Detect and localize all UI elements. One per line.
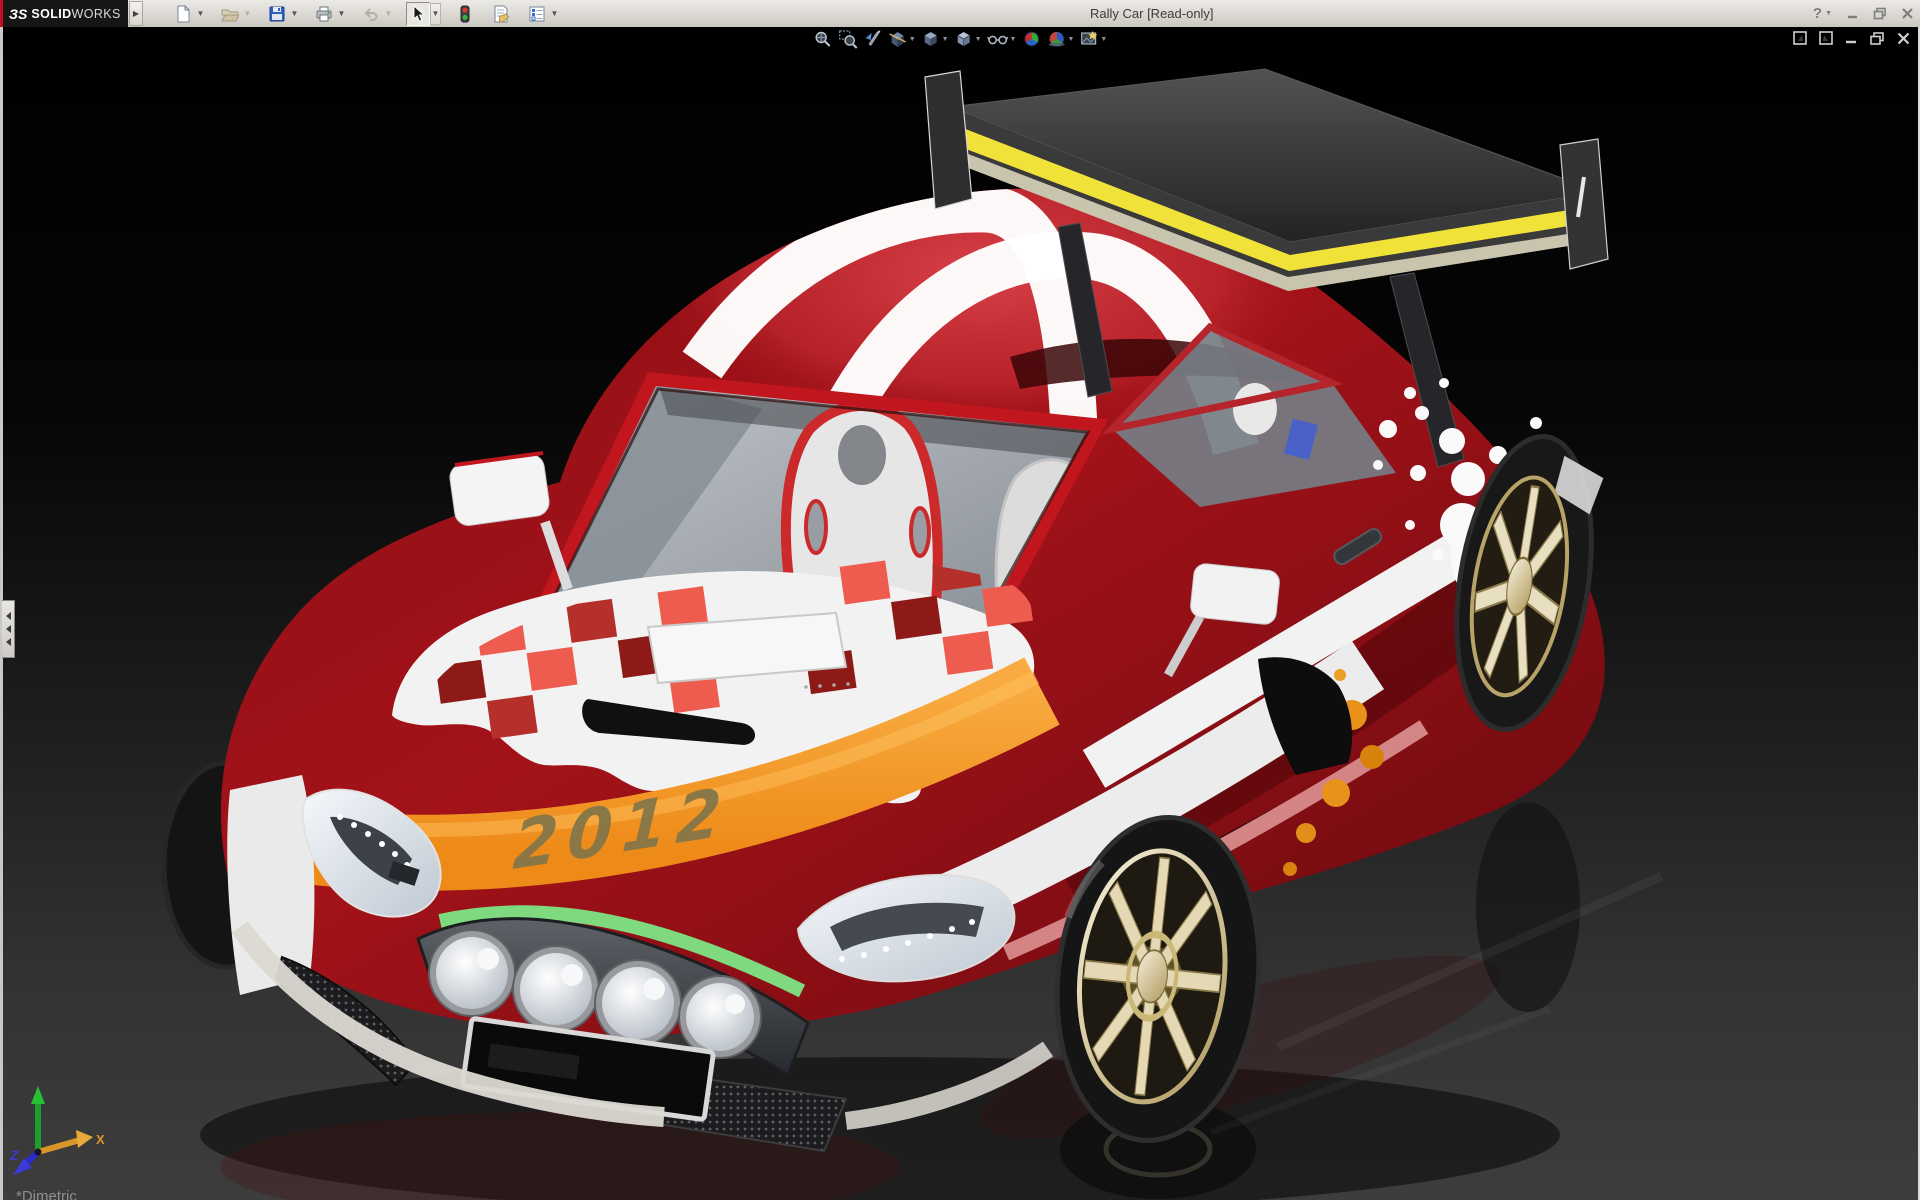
doc-restore-button[interactable]	[1870, 31, 1885, 45]
brand-name-light: WORKS	[71, 6, 121, 21]
doc-minimize-icon	[1846, 40, 1856, 43]
hide-show-items-button[interactable]: ▼	[986, 29, 1017, 49]
options-button[interactable]	[525, 2, 549, 26]
view-orientation-button[interactable]: ▼	[921, 29, 949, 49]
z-axis-label: Z	[9, 1148, 19, 1163]
previous-view-button[interactable]	[863, 29, 883, 49]
minimize-button[interactable]	[1846, 7, 1859, 20]
file-properties-button[interactable]	[489, 2, 513, 26]
pane-back-button[interactable]	[1793, 31, 1807, 45]
close-icon	[1902, 8, 1913, 19]
save-button[interactable]	[265, 2, 289, 26]
rally-light	[678, 975, 762, 1059]
menu-expander-button[interactable]: ▶	[129, 1, 143, 26]
undo-arrow-icon	[364, 7, 378, 21]
help-dropdown-icon: ▼	[1825, 10, 1832, 17]
heads-up-view-toolbar: ▼ ▼ ▼ ▼ ▼ ▼	[813, 29, 1107, 49]
solidworks-logo: ЗS SOLID WORKS	[0, 0, 128, 27]
restore-icon	[1873, 7, 1886, 20]
solidworks-logo-icon: ЗS	[9, 5, 28, 22]
zoom-to-fit-button[interactable]	[813, 29, 833, 49]
dropdown-arrow-icon: ▼	[1067, 35, 1075, 43]
rebuild-button[interactable]	[453, 2, 477, 26]
previous-view-icon	[865, 30, 881, 46]
doc-close-icon	[1897, 32, 1910, 44]
section-view-icon	[889, 32, 907, 47]
window-controls: ? ▼	[1813, 0, 1914, 27]
traffic-light-icon	[460, 5, 470, 22]
doc-minimize-button[interactable]	[1845, 32, 1858, 45]
pane-forward-icon	[1819, 31, 1833, 45]
x-axis-label: X	[96, 1132, 105, 1147]
print-button[interactable]	[312, 2, 336, 26]
select-cursor-icon	[413, 4, 426, 22]
appearance-sphere-icon	[1023, 31, 1039, 47]
zoom-to-area-button[interactable]	[838, 29, 858, 49]
rally-light	[594, 959, 682, 1047]
new-document-dropdown[interactable]: ▼	[195, 2, 206, 26]
graphics-viewport[interactable]: ▼ ▼ ▼ ▼ ▼ ▼ 2012 X Z *Dimetric	[0, 27, 1920, 1200]
open-folder-icon	[221, 9, 239, 21]
new-document-button[interactable]	[171, 2, 195, 26]
y-axis-icon	[31, 1086, 45, 1104]
rally-car-3d-model[interactable]: 2012	[0, 27, 1920, 1200]
open-dropdown[interactable]: ▼	[242, 2, 253, 26]
open-button[interactable]	[218, 2, 242, 26]
view-settings-icon	[1080, 31, 1097, 45]
chevron-left-icon	[5, 638, 11, 646]
brand-name-bold: SOLID	[31, 6, 72, 21]
close-button[interactable]	[1901, 7, 1914, 20]
save-floppy-icon	[269, 6, 285, 21]
undo-button[interactable]	[359, 2, 383, 26]
view-orientation-label: *Dimetric	[16, 1188, 77, 1200]
display-style-icon	[957, 32, 970, 46]
apply-scene-button[interactable]: ▼	[1046, 29, 1074, 49]
chevron-left-icon	[5, 612, 11, 620]
display-style-button[interactable]: ▼	[954, 29, 982, 49]
zoom-area-icon	[839, 30, 858, 49]
doc-close-button[interactable]	[1897, 32, 1910, 45]
main-toolbar: ▼ ▼ ▼ ▼ ▼ ▼ ▼	[171, 0, 568, 27]
section-view-button[interactable]: ▼	[888, 29, 916, 49]
x-axis-icon	[76, 1130, 93, 1148]
feature-panel-expand-tab[interactable]	[2, 600, 15, 658]
title-bar: ЗS SOLID WORKS ▶ ▼ ▼ ▼ ▼ ▼ ▼ ▼ Rally Car…	[0, 0, 1920, 28]
view-settings-button[interactable]: ▼	[1079, 29, 1107, 49]
scene-sphere-icon	[1048, 32, 1065, 47]
printer-icon	[316, 6, 332, 21]
doc-restore-icon	[1870, 31, 1884, 45]
solidworks-window: ЗS SOLID WORKS ▶ ▼ ▼ ▼ ▼ ▼ ▼ ▼ Rally Car…	[0, 0, 1920, 1200]
file-properties-icon	[494, 5, 510, 23]
chevron-left-icon	[5, 625, 11, 633]
view-orientation-cube-icon	[924, 32, 937, 46]
select-tool-button[interactable]	[406, 1, 430, 26]
pane-back-icon	[1793, 31, 1807, 45]
restore-button[interactable]	[1873, 7, 1887, 20]
help-button[interactable]: ? ▼	[1813, 5, 1832, 22]
dropdown-arrow-icon: ▼	[974, 35, 982, 43]
options-dropdown[interactable]: ▼	[549, 2, 560, 26]
print-dropdown[interactable]: ▼	[336, 2, 347, 26]
save-dropdown[interactable]: ▼	[289, 2, 300, 26]
dropdown-arrow-icon: ▼	[1100, 35, 1108, 43]
minimize-icon	[1848, 15, 1857, 19]
rally-light	[428, 929, 516, 1017]
new-document-icon	[177, 4, 191, 22]
rally-light	[512, 945, 600, 1033]
eyeglasses-icon	[986, 35, 1009, 45]
orientation-triad: X Z	[9, 1086, 105, 1175]
dropdown-arrow-icon: ▼	[908, 35, 916, 43]
document-window-controls	[1793, 31, 1910, 45]
options-checklist-icon	[529, 6, 545, 21]
undo-dropdown[interactable]: ▼	[383, 2, 394, 26]
zoom-fit-icon	[815, 31, 831, 47]
pane-forward-button[interactable]	[1819, 31, 1833, 45]
dropdown-arrow-icon: ▼	[941, 35, 949, 43]
edit-appearance-button[interactable]	[1021, 29, 1041, 49]
document-title: Rally Car [Read-only]	[1090, 6, 1214, 21]
select-tool-dropdown[interactable]: ▼	[430, 2, 441, 25]
dropdown-arrow-icon: ▼	[1009, 35, 1017, 43]
